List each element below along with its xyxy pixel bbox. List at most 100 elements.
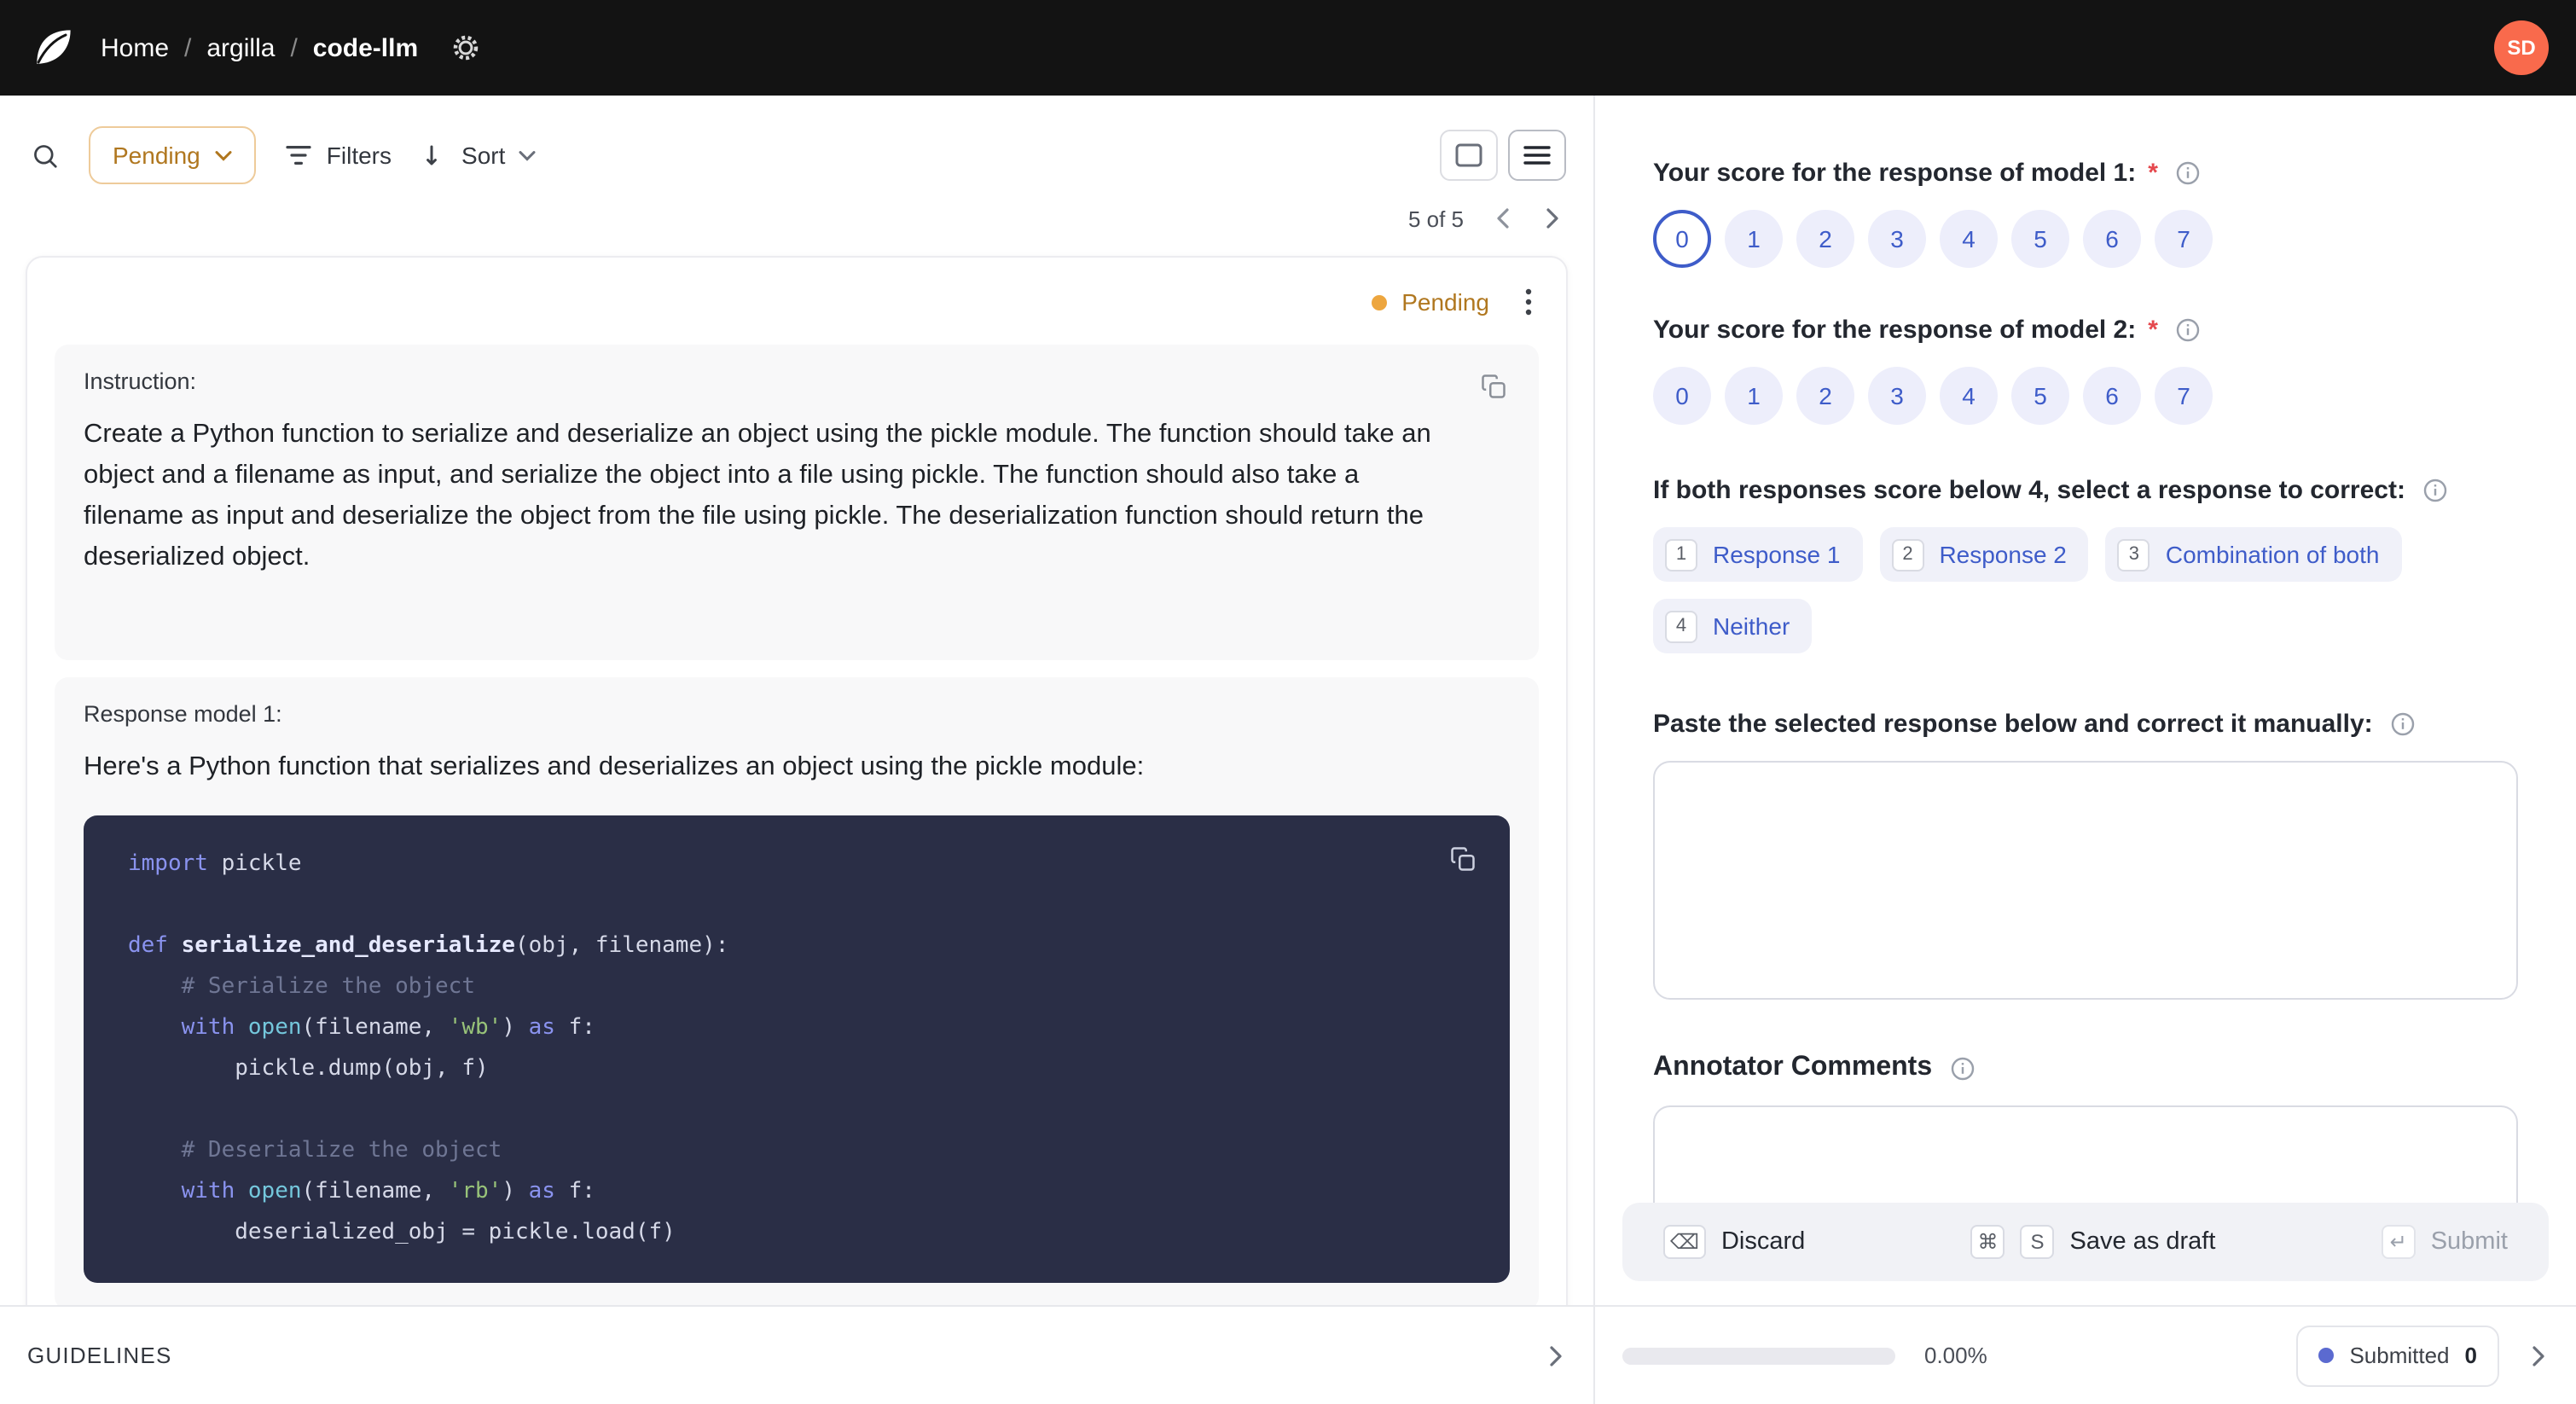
label-option-response-1[interactable]: 1 Response 1 (1653, 527, 1863, 582)
rating-option-4[interactable]: 4 (1940, 210, 1998, 268)
question-title: Annotator Comments (1653, 1053, 1933, 1082)
rating-option-7[interactable]: 7 (2155, 210, 2213, 268)
next-record-chevron[interactable] (1542, 205, 1563, 232)
chevron-down-icon (216, 150, 233, 160)
code-line: with open(filename, 'wb') as f: (181, 1015, 595, 1041)
rating-option-7[interactable]: 7 (2155, 367, 2213, 425)
record-status-label: Pending (1401, 288, 1489, 316)
rating-option-3[interactable]: 3 (1868, 367, 1926, 425)
save-as-draft-button[interactable]: ⌘ S Save as draft (1961, 1223, 2226, 1261)
label-option-text: Combination of both (2165, 541, 2380, 568)
rating-option-0[interactable]: 0 (1653, 210, 1711, 268)
copy-icon[interactable] (1477, 370, 1510, 403)
questions-form: Your score for the response of model 1: … (1595, 159, 2576, 1305)
rating-options-model-2: 01234567 (1653, 367, 2518, 425)
info-icon[interactable] (1947, 1053, 1976, 1082)
rating-option-3[interactable]: 3 (1868, 210, 1926, 268)
submit-button[interactable]: ↵ Submit (2371, 1223, 2518, 1261)
rating-option-5[interactable]: 5 (2011, 210, 2069, 268)
response-1-field: Response model 1: Here's a Python functi… (55, 677, 1539, 1305)
submitted-status-badge[interactable]: Submitted 0 (2296, 1325, 2499, 1386)
shortcut-key-badge: 2 (1891, 538, 1924, 571)
label-option-combination-of-both[interactable]: 3 Combination of both (2105, 527, 2402, 582)
bottom-bar: GUIDELINES 0.00% Submitted 0 (0, 1305, 2576, 1404)
app: Home / argilla / code-llm SD Pending Fil… (0, 0, 2576, 1404)
pending-status-dot (1371, 294, 1387, 310)
status-filter-dropdown[interactable]: Pending (89, 126, 257, 184)
card-view-toggle[interactable] (1440, 130, 1498, 181)
code-content: import pickle def serialize_and_deserial… (128, 844, 1482, 1254)
argilla-logo-icon[interactable] (27, 22, 78, 73)
record-kebab-menu-icon[interactable] (1518, 285, 1539, 319)
shortcut-key-badge: 4 (1665, 610, 1697, 642)
record-card: Pending Instruction: Create a Python fun… (26, 256, 1568, 1305)
info-icon[interactable] (2173, 316, 2202, 345)
previous-record-chevron[interactable] (1493, 205, 1513, 232)
breadcrumb-workspace[interactable]: argilla (206, 33, 275, 62)
top-bar: Home / argilla / code-llm SD (0, 0, 2576, 96)
rating-option-1[interactable]: 1 (1725, 367, 1783, 425)
question-rating-model-1: Your score for the response of model 1: … (1653, 159, 2518, 268)
label-options: 1 Response 1 2 Response 2 3 Combination of bo… (1653, 527, 2472, 653)
rating-option-6[interactable]: 6 (2083, 210, 2141, 268)
cmd-key-icon: ⌘ (1970, 1225, 2005, 1259)
annotation-panel: Your score for the response of model 1: … (1595, 96, 2576, 1305)
label-option-neither[interactable]: 4 Neither (1653, 599, 1813, 653)
view-toggles (1440, 130, 1566, 181)
metrics-expand-chevron[interactable] (2528, 1342, 2549, 1369)
guidelines-expand-chevron[interactable] (1546, 1342, 1566, 1369)
correction-textarea[interactable] (1653, 761, 2518, 1000)
shortcut-key-badge: 1 (1665, 538, 1697, 571)
rating-option-6[interactable]: 6 (2083, 367, 2141, 425)
label-option-text: Response 1 (1713, 541, 1841, 568)
label-option-response-2[interactable]: 2 Response 2 (1879, 527, 2089, 582)
info-icon[interactable] (2421, 476, 2450, 505)
filters-button[interactable]: Filters (282, 135, 395, 176)
rating-option-0[interactable]: 0 (1653, 367, 1711, 425)
info-icon[interactable] (2388, 710, 2417, 739)
instruction-field-title: Instruction: (84, 368, 197, 394)
question-title: Your score for the response of model 1: (1653, 159, 2137, 188)
shortcut-key-badge: 3 (2117, 538, 2150, 571)
dataset-settings-gear-icon[interactable] (447, 29, 484, 67)
code-line: pickle.dump(obj, f) (128, 1056, 489, 1082)
response-1-field-title: Response model 1: (84, 701, 282, 727)
rating-option-5[interactable]: 5 (2011, 367, 2069, 425)
record-toolbar: Pending Filters Sort (0, 96, 1593, 184)
list-view-toggle[interactable] (1508, 130, 1566, 181)
required-mark: * (2148, 316, 2158, 345)
instruction-text: Create a Python function to serialize an… (84, 420, 1431, 571)
code-copy-icon[interactable] (1447, 843, 1479, 875)
s-key-icon: S (2020, 1225, 2055, 1259)
submitted-label: Submitted (2349, 1343, 2450, 1368)
question-correction-text: Paste the selected response below and co… (1653, 710, 2518, 1000)
breadcrumb: Home / argilla / code-llm (101, 33, 418, 62)
discard-button[interactable]: ⌫ Discard (1653, 1223, 1815, 1261)
response-1-intro-text: Here's a Python function that serializes… (84, 752, 1145, 781)
rating-option-2[interactable]: 2 (1796, 367, 1854, 425)
guidelines-label: GUIDELINES (27, 1343, 172, 1368)
rating-option-2[interactable]: 2 (1796, 210, 1854, 268)
action-bar-wrap: ⌫ Discard ⌘ S Save as draft ↵ Submit (1595, 1203, 2576, 1305)
guidelines-bar[interactable]: GUIDELINES (0, 1307, 1595, 1404)
label-option-text: Neither (1713, 612, 1790, 640)
info-icon[interactable] (2173, 159, 2202, 188)
label-option-text: Response 2 (1939, 541, 2067, 568)
chevron-down-icon (519, 150, 536, 160)
code-line: deserialized_obj = pickle.load(f) (128, 1220, 676, 1245)
rating-option-1[interactable]: 1 (1725, 210, 1783, 268)
pagination: 5 of 5 (0, 184, 1593, 232)
code-line: # Serialize the object (128, 974, 475, 1000)
sort-button[interactable]: Sort (421, 135, 539, 176)
question-title: Your score for the response of model 2: (1653, 316, 2137, 345)
save-as-draft-label: Save as draft (2069, 1228, 2216, 1256)
user-avatar[interactable]: SD (2494, 20, 2549, 75)
enter-key-icon: ↵ (2381, 1225, 2416, 1259)
rating-option-4[interactable]: 4 (1940, 367, 1998, 425)
question-title: Paste the selected response below and co… (1653, 710, 2373, 739)
search-icon[interactable] (27, 137, 63, 173)
instruction-field: Instruction: Create a Python function to… (55, 345, 1539, 660)
required-mark: * (2148, 159, 2158, 188)
breadcrumb-home[interactable]: Home (101, 33, 169, 62)
